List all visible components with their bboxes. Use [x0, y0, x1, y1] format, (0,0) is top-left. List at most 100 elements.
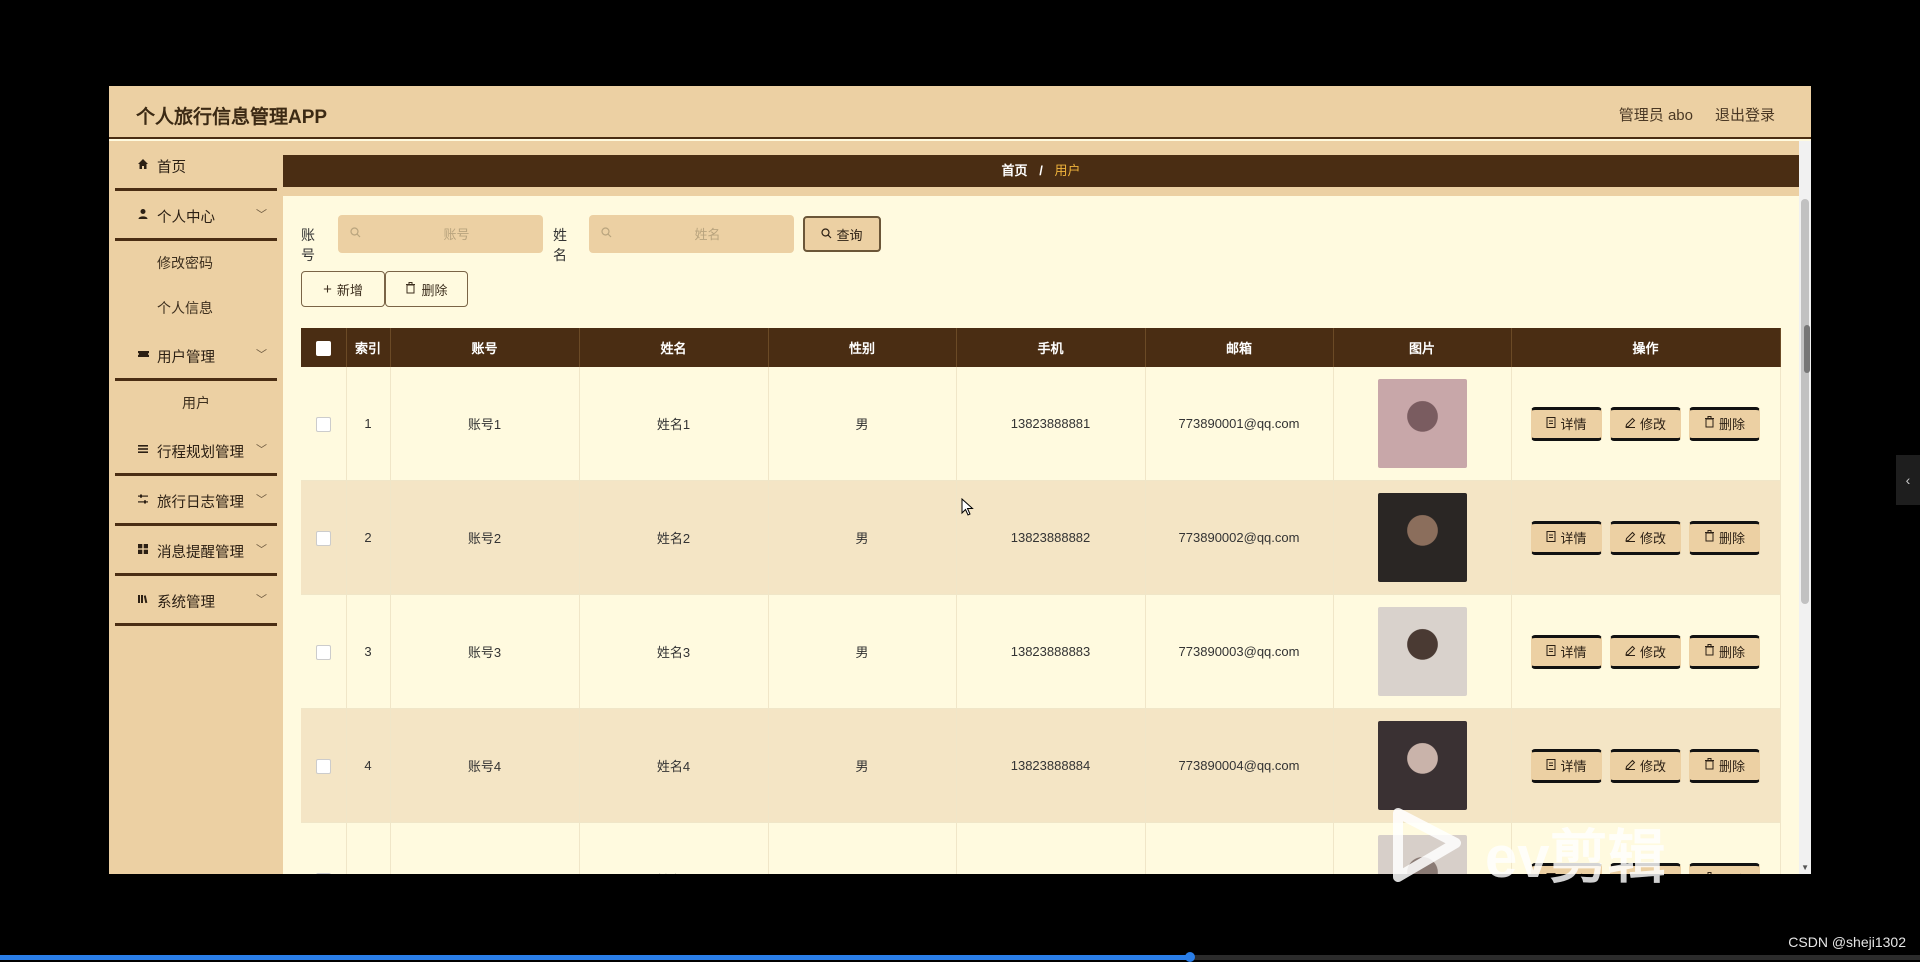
document-icon: [1546, 530, 1556, 545]
account-cell: 账号2: [390, 480, 580, 595]
trash-icon: [405, 281, 416, 297]
sidebar-item-user-management[interactable]: 用户管理 ﹀: [115, 331, 277, 381]
sidebar-item-home[interactable]: 首页: [115, 141, 277, 191]
phone-cell: 13823888883: [956, 594, 1146, 709]
trash-icon: [1704, 758, 1715, 773]
content-scrollbar[interactable]: ▼: [1799, 141, 1811, 874]
column-header: 邮箱: [1145, 328, 1334, 367]
sidebar-item-label: 旅行日志管理: [157, 495, 244, 511]
delete-button[interactable]: 删除: [1689, 520, 1760, 555]
edit-pencil-icon: [1625, 530, 1636, 545]
ev-watermark: ev剪辑: [1390, 805, 1720, 890]
breadcrumb-separator: /: [1039, 163, 1043, 178]
sidebar-subitem-users[interactable]: 用户: [115, 381, 277, 426]
library-icon: [136, 592, 150, 606]
sidebar-item-message-reminder-management[interactable]: 消息提醒管理 ﹀: [115, 526, 277, 576]
table-row: 1 账号1 姓名1 男 13823888881 773890001@qq.com…: [301, 367, 1781, 481]
sidebar-item-personal-center[interactable]: 个人中心 ﹀: [115, 191, 277, 241]
index-cell: 4: [346, 708, 391, 823]
row-checkbox[interactable]: [315, 758, 331, 774]
progress-knob[interactable]: [1185, 952, 1196, 962]
row-select-cell[interactable]: [301, 480, 347, 595]
account-search-input[interactable]: [338, 215, 543, 253]
avatar: [1377, 607, 1467, 696]
sidebar-item-system-management[interactable]: 系统管理 ﹀: [115, 576, 277, 626]
photo-cell: [1333, 367, 1512, 481]
row-select-cell[interactable]: [301, 367, 347, 481]
sidebar-item-itinerary-management[interactable]: 行程规划管理 ﹀: [115, 426, 277, 476]
select-all-checkbox[interactable]: [315, 340, 331, 356]
email-cell: 773890002@qq.com: [1145, 480, 1334, 595]
phone-cell: 13823888885: [956, 822, 1146, 874]
admin-name: 管理员 abo: [1618, 107, 1693, 124]
gender-cell: 男: [768, 480, 957, 595]
edit-pencil-icon: [1625, 416, 1636, 431]
row-select-cell[interactable]: [301, 594, 347, 709]
edit-button[interactable]: 修改: [1610, 520, 1681, 555]
sidebar-item-travel-log-management[interactable]: 旅行日志管理 ﹀: [115, 476, 277, 526]
column-header: 性别: [768, 328, 957, 367]
delete-button[interactable]: 删除: [1689, 406, 1760, 441]
column-header: 索引: [346, 328, 391, 367]
detail-button[interactable]: 详情: [1531, 748, 1602, 783]
video-progress-bar[interactable]: [0, 952, 1920, 962]
chevron-down-icon: ﹀: [256, 349, 267, 361]
photo-cell: [1333, 594, 1512, 709]
trash-icon: [1704, 530, 1715, 545]
avatar: [1377, 721, 1467, 810]
row-checkbox[interactable]: [315, 416, 331, 432]
row-select-cell[interactable]: [301, 822, 347, 874]
email-cell: 773890004@qq.com: [1145, 708, 1334, 823]
detail-button-label: 详情: [1560, 531, 1587, 546]
select-all-header[interactable]: [301, 328, 347, 367]
row-checkbox[interactable]: [315, 530, 331, 546]
name-cell: 姓名5: [579, 822, 769, 874]
operations-cell: 详情 修改 删除: [1511, 367, 1781, 481]
document-icon: [1546, 416, 1556, 431]
chevron-down-icon: ﹀: [256, 544, 267, 556]
home-icon: [136, 157, 150, 171]
query-button[interactable]: 查询: [803, 216, 881, 252]
detail-button-label: 详情: [1560, 759, 1587, 774]
sidebar-item-label: 首页: [157, 160, 186, 176]
delete-button[interactable]: 删除: [1689, 634, 1760, 669]
document-icon: [1546, 758, 1556, 773]
sidebar-subitem-personal-info[interactable]: 个人信息: [115, 286, 277, 331]
name-search-input[interactable]: [589, 215, 794, 253]
scroll-down-arrow-icon[interactable]: ▼: [1801, 863, 1809, 872]
sidebar-item-label: 行程规划管理: [157, 445, 244, 461]
row-select-cell[interactable]: [301, 708, 347, 823]
edit-button[interactable]: 修改: [1610, 406, 1681, 441]
outer-scrollbar-thumb[interactable]: [1804, 325, 1810, 373]
gender-cell: 男: [768, 367, 957, 481]
chevron-down-icon: ﹀: [256, 594, 267, 606]
delete-button-label: 删除: [1718, 417, 1745, 432]
chevron-left-icon: ‹: [1905, 472, 1911, 488]
edit-button[interactable]: 修改: [1610, 748, 1681, 783]
edit-button-label: 修改: [1639, 759, 1666, 774]
side-panel-toggle[interactable]: ‹: [1896, 455, 1920, 505]
row-checkbox[interactable]: [315, 644, 331, 660]
detail-button[interactable]: 详情: [1531, 634, 1602, 669]
logout-link[interactable]: 退出登录: [1715, 104, 1775, 125]
chevron-down-icon: ﹀: [256, 494, 267, 506]
delete-button-label: 删除: [1718, 645, 1745, 660]
add-button[interactable]: + 新增: [301, 271, 385, 307]
detail-button[interactable]: 详情: [1531, 406, 1602, 441]
sidebar-item-label: 消息提醒管理: [157, 545, 244, 561]
edit-button-label: 修改: [1639, 417, 1666, 432]
edit-button[interactable]: 修改: [1610, 634, 1681, 669]
gender-cell: 男: [768, 822, 957, 874]
batch-delete-button[interactable]: 删除: [385, 271, 468, 307]
breadcrumb-home[interactable]: 首页: [1002, 163, 1028, 178]
phone-cell: 13823888884: [956, 708, 1146, 823]
sidebar-subitem-change-password[interactable]: 修改密码: [115, 241, 277, 286]
detail-button[interactable]: 详情: [1531, 520, 1602, 555]
account-label: 账号: [301, 227, 315, 263]
scrollbar-thumb[interactable]: [1801, 199, 1809, 604]
delete-button[interactable]: 删除: [1689, 748, 1760, 783]
progress-fill: [0, 955, 1191, 960]
photo-cell: [1333, 480, 1512, 595]
sidebar: 首页 个人中心 ﹀ 修改密码 个人信息 用户管理 ﹀ 用户 行程规划管理 ﹀ 旅…: [109, 141, 283, 874]
row-checkbox[interactable]: [315, 872, 331, 874]
